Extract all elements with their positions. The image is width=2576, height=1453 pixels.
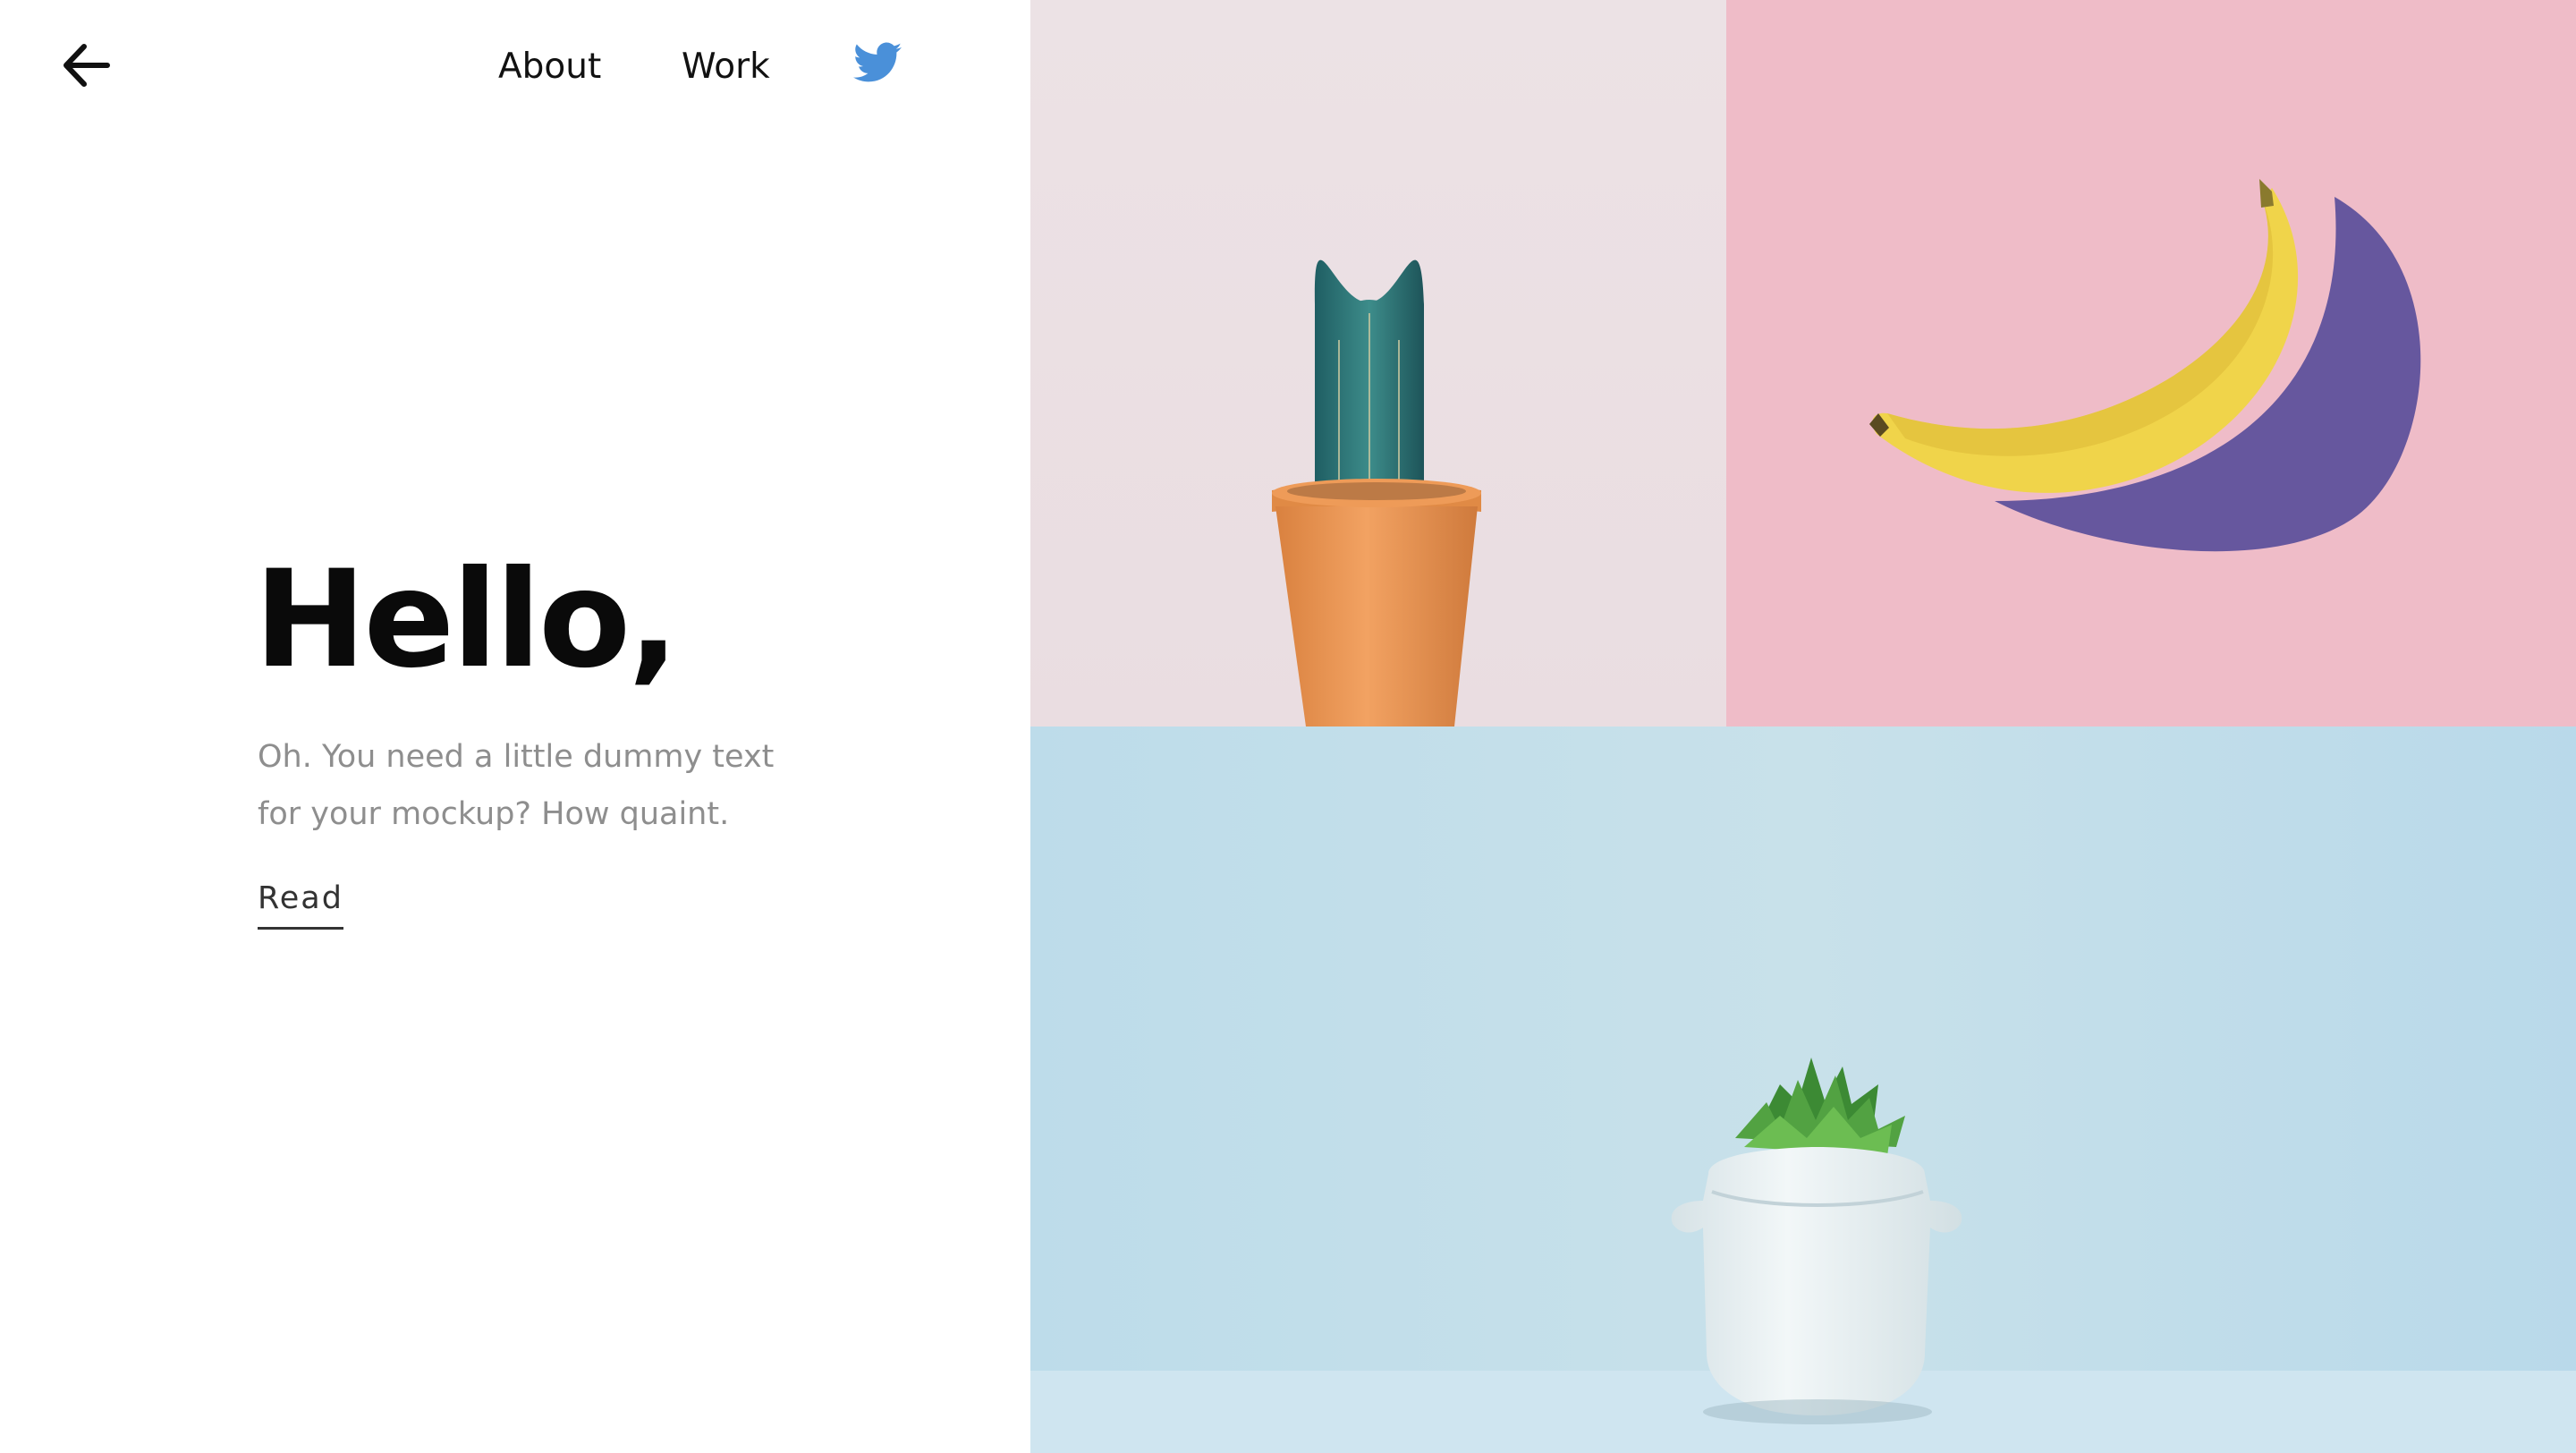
left-panel: About Work Hello, Oh. You need a little … bbox=[0, 0, 1030, 1453]
hero-text: Oh. You need a little dummy text for you… bbox=[258, 739, 775, 832]
twitter-icon[interactable] bbox=[853, 41, 902, 84]
hero-title: Hello, bbox=[254, 542, 679, 698]
nav-link-work[interactable]: Work bbox=[682, 43, 770, 91]
banana-image[interactable] bbox=[1726, 0, 2576, 726]
nav-link-about[interactable]: About bbox=[498, 43, 601, 91]
cactus-image[interactable] bbox=[1030, 0, 1726, 726]
succulent-image[interactable] bbox=[1030, 726, 2576, 1453]
read-link[interactable]: Read bbox=[258, 880, 343, 930]
